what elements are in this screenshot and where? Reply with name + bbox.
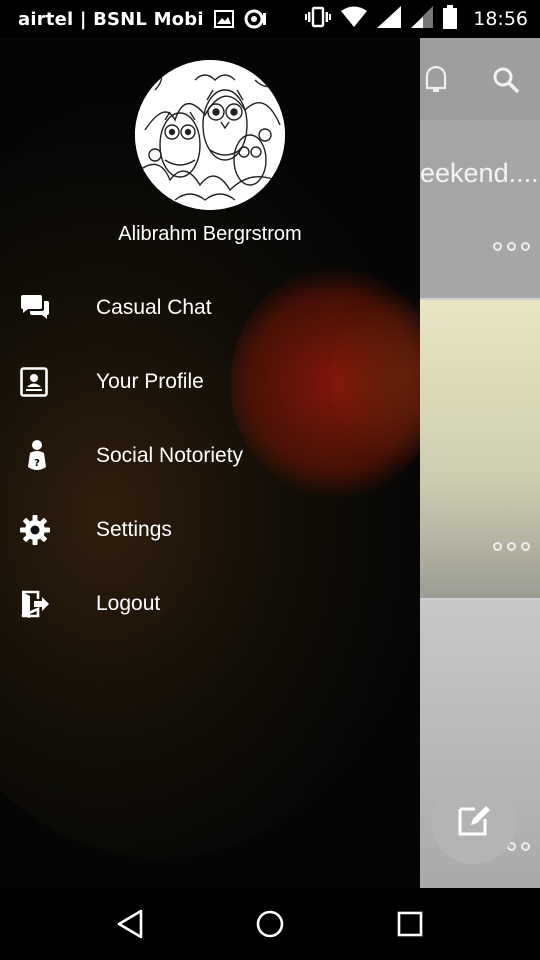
recents-icon[interactable] <box>390 904 430 944</box>
user-name[interactable]: Alibrahm Bergrstrom <box>0 223 420 246</box>
menu-item-your-profile[interactable]: Your Profile <box>0 345 420 419</box>
system-nav-bar <box>0 888 540 960</box>
menu-item-label: Logout <box>96 592 161 615</box>
menu-item-label: Casual Chat <box>96 296 212 319</box>
menu-item-settings[interactable]: Settings <box>0 493 420 567</box>
profile-card-icon <box>0 367 96 397</box>
edit-icon <box>457 803 491 841</box>
svg-text:?: ? <box>34 458 40 469</box>
background-app[interactable]: eekend.... <box>420 38 540 888</box>
vibrate-icon <box>305 6 332 33</box>
menu-item-social-notoriety[interactable]: ? Social Notoriety <box>0 419 420 493</box>
image-notification-icon <box>213 10 234 28</box>
compose-button[interactable] <box>432 780 516 864</box>
background-app-bar <box>420 38 540 120</box>
signal-icon <box>377 5 402 33</box>
post-card-title: eekend.... <box>420 158 539 188</box>
menu-item-label: Your Profile <box>96 370 204 393</box>
wifi-icon <box>341 6 368 33</box>
status-bar: airtel | BSNL Mobi 18:56 <box>0 0 540 38</box>
battery-icon <box>443 4 458 34</box>
sync-notification-icon <box>244 9 268 29</box>
notoriety-icon: ? <box>0 439 96 473</box>
back-icon[interactable] <box>110 904 150 944</box>
signal-weak-icon <box>411 5 434 33</box>
more-options-icon[interactable] <box>493 542 530 551</box>
search-icon[interactable] <box>492 66 520 98</box>
menu-item-label: Social Notoriety <box>96 444 244 467</box>
owls-avatar-icon <box>135 60 285 210</box>
home-icon[interactable] <box>250 904 290 944</box>
bell-icon[interactable] <box>424 64 448 98</box>
post-card[interactable] <box>420 300 540 598</box>
more-options-icon[interactable] <box>493 242 530 251</box>
clock: 18:56 <box>473 8 528 30</box>
avatar[interactable] <box>135 60 285 210</box>
post-card[interactable]: eekend.... <box>420 120 540 298</box>
drawer-menu: Casual Chat Your Profile ? Social Notori… <box>0 271 420 641</box>
carrier-label: airtel | BSNL Mobi <box>18 8 204 30</box>
menu-item-logout[interactable]: Logout <box>0 567 420 641</box>
chat-bubbles-icon <box>0 295 96 321</box>
logout-icon <box>0 590 96 618</box>
menu-item-label: Settings <box>96 518 172 541</box>
menu-item-casual-chat[interactable]: Casual Chat <box>0 271 420 345</box>
navigation-drawer: Alibrahm Bergrstrom Casual Chat Your Pro… <box>0 38 420 888</box>
gear-icon <box>0 515 96 545</box>
